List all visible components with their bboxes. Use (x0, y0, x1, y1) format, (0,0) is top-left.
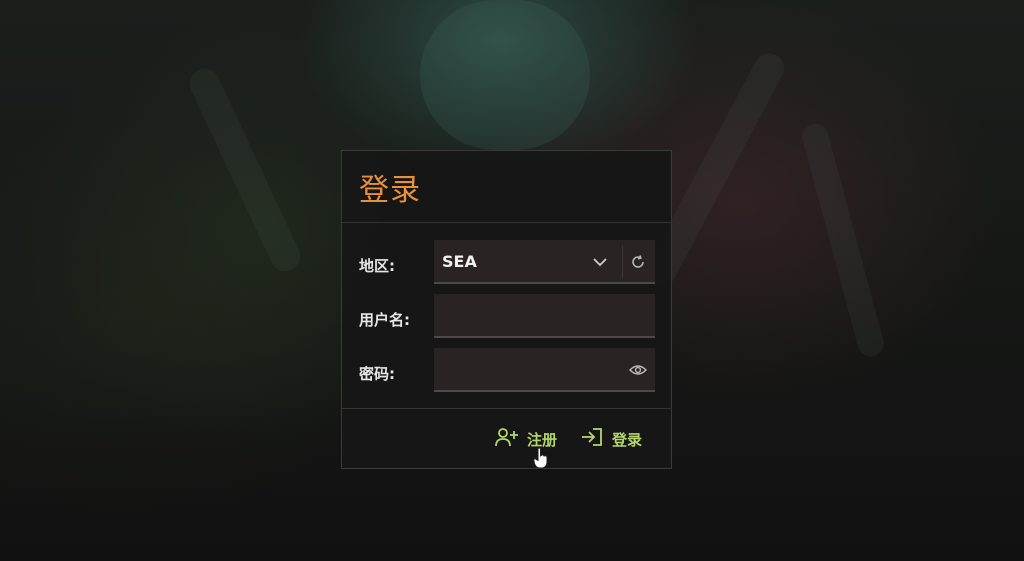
region-label: 地区: (359, 257, 395, 275)
hand-cursor-icon (533, 447, 549, 473)
login-button[interactable]: 登录 (580, 427, 642, 451)
login-form: 地区: SEA 用户名: 密码: (342, 223, 671, 409)
password-label: 密码: (359, 365, 395, 383)
region-select[interactable]: SEA (434, 240, 655, 284)
refresh-icon[interactable] (630, 254, 646, 274)
chevron-down-icon[interactable] (592, 254, 608, 274)
username-input[interactable] (434, 294, 655, 338)
field-divider (622, 246, 623, 278)
login-icon (580, 427, 604, 451)
dialog-footer: 注册 登录 (342, 409, 671, 469)
login-label: 登录 (612, 430, 643, 449)
dialog-header: 登录 (342, 151, 671, 223)
password-input[interactable] (434, 348, 655, 392)
region-value: SEA (442, 252, 477, 271)
eye-icon[interactable] (629, 362, 647, 381)
login-dialog: 登录 地区: SEA 用户名: 密码: 注册 登录 (341, 150, 672, 469)
username-label: 用户名: (359, 311, 410, 329)
add-user-icon (495, 427, 519, 451)
dialog-title: 登录 (359, 172, 421, 208)
